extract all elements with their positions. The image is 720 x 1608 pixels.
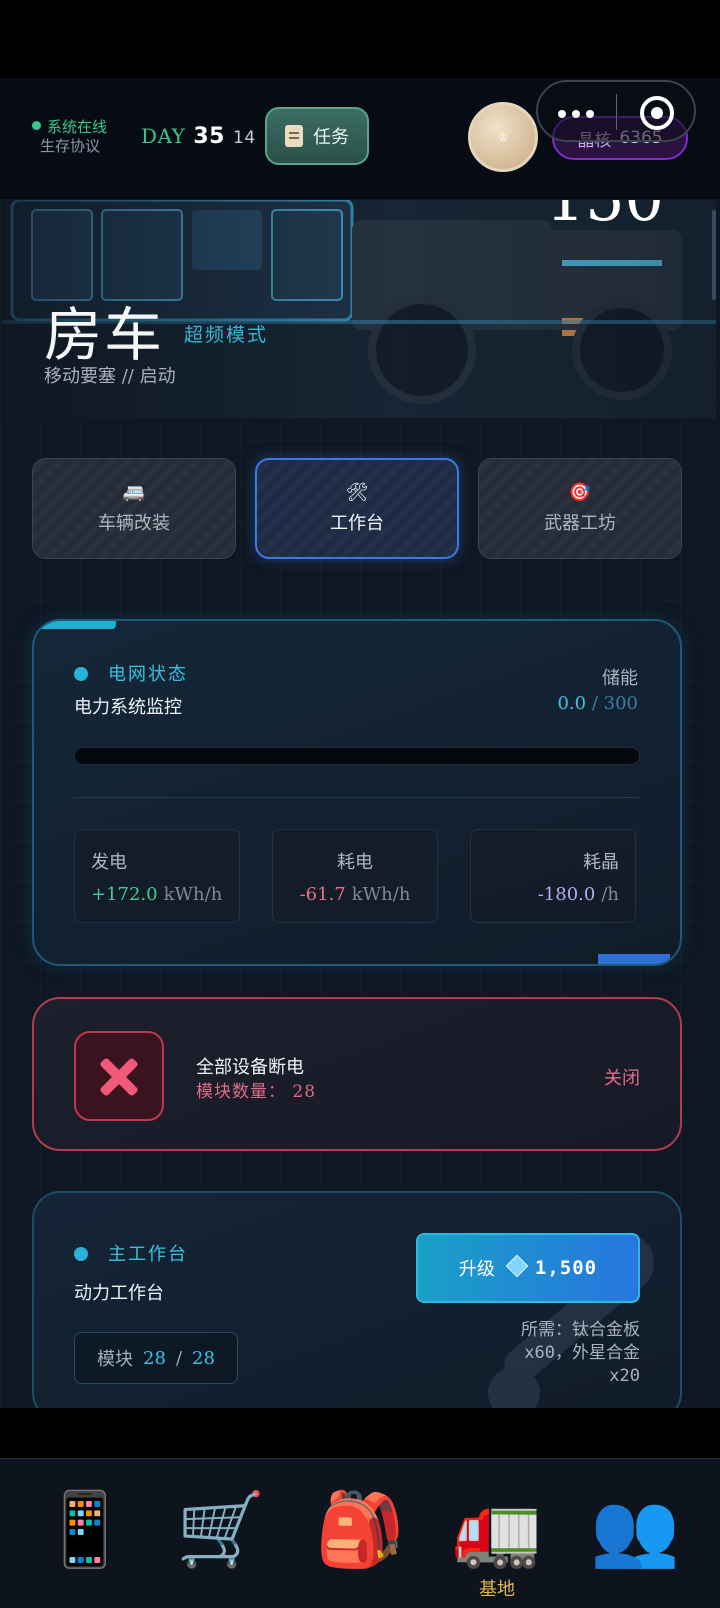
tab-label: 车辆改装: [98, 513, 170, 534]
task-label: 任务: [313, 127, 349, 148]
close-alert-button[interactable]: 关闭: [604, 1064, 640, 1090]
tab-vehicle-mod[interactable]: 🚐 车辆改装: [32, 458, 236, 559]
nav-label: 基地: [479, 1579, 515, 1600]
status-online-text: 系统在线: [47, 118, 108, 136]
upgrade-label: 升级: [458, 1259, 495, 1280]
miniprogram-capsule: [536, 80, 696, 142]
gem-icon: [505, 1254, 529, 1278]
online-status: 系统在线 生存协议: [32, 118, 107, 156]
page-title: 房车: [44, 301, 165, 369]
stat-generation: 发电 +172.0 kWh/h: [74, 829, 240, 923]
tools-icon: 🛠: [345, 482, 369, 503]
vehicle-icon: 🚐: [122, 482, 146, 503]
card-corner-accent: [598, 954, 670, 964]
nav-base[interactable]: 🚛 基地: [452, 1487, 542, 1600]
nav-shop[interactable]: 🛒: [176, 1489, 266, 1589]
grid-title: 电网状态: [74, 660, 188, 686]
bench-subtitle: 动力工作台: [74, 1283, 164, 1304]
upgrade-requirement: 所需：钛合金板 x60，外星合金 x20: [521, 1320, 640, 1386]
clipboard-icon: [285, 125, 303, 147]
scrollbar[interactable]: [712, 210, 716, 300]
bench-title: 主工作台: [74, 1240, 188, 1266]
vehicle-banner: 150 房车 超频模式 移动要塞 // 启动: [2, 200, 716, 418]
grid-subtitle: 电力系统监控: [74, 697, 182, 718]
status-protocol-text: 生存协议: [40, 137, 101, 155]
page-subtitle: 移动要塞 // 启动: [44, 366, 176, 387]
app-screen: 150 房车 超频模式 移动要塞 // 启动 系统在线 生存协议 DAY 35 14…: [0, 0, 720, 1608]
upgrade-button[interactable]: 升级 1,500: [416, 1233, 640, 1303]
module-count: 模块 28 / 28: [74, 1332, 238, 1384]
tab-label: 武器工坊: [544, 513, 616, 534]
cart-icon: 🛒: [176, 1487, 266, 1571]
avatar[interactable]: ♔: [468, 102, 538, 172]
storage-value: 0.0 / 300: [557, 693, 638, 714]
stat-label: 耗晶: [583, 852, 619, 873]
upgrade-cost: 1,500: [505, 1254, 597, 1279]
workbench-card: 主工作台 动力工作台 升级 1,500 模块 28 / 28 所需：钛合金板 x…: [32, 1191, 682, 1421]
stat-value: -61.7 kWh/h: [299, 884, 411, 905]
backpack-icon: 🎒: [315, 1487, 405, 1571]
tab-label: 工作台: [330, 513, 384, 534]
phone-icon: 📱: [40, 1487, 130, 1571]
nav-backpack[interactable]: 🎒: [315, 1489, 405, 1589]
divider: [74, 797, 640, 798]
top-header: 系统在线 生存协议 DAY3514 任务 ♔ 晶核 6365: [0, 78, 720, 200]
tab-workbench[interactable]: 🛠 工作台: [255, 458, 459, 559]
nav-friends[interactable]: 👥: [590, 1489, 680, 1589]
tab-weapon-workshop[interactable]: 🎯 武器工坊: [478, 458, 682, 559]
task-button[interactable]: 任务: [265, 107, 369, 165]
content-fade: [0, 1408, 720, 1458]
storage-progress-bar: [74, 747, 640, 765]
day-counter: DAY 35 14: [141, 124, 256, 149]
day-label: DAY: [141, 124, 186, 148]
close-target-icon[interactable]: [640, 96, 674, 130]
stat-consumption: 耗电 -61.7 kWh/h: [272, 829, 438, 923]
alert-title: 全部设备断电: [196, 1057, 304, 1078]
status-dot-icon: [74, 1247, 88, 1261]
stat-label: 发电: [91, 852, 127, 873]
alert-detail: 模块数量： 28: [196, 1082, 317, 1102]
card-corner-accent: [34, 621, 116, 629]
people-icon: 👥: [590, 1487, 680, 1571]
day-number: 35: [193, 124, 225, 149]
avatar-crown-icon: ♔: [497, 130, 509, 144]
day-sub: 14: [233, 128, 256, 148]
stat-value: -180.0/h: [537, 884, 619, 905]
power-outage-alert: 全部设备断电 模块数量： 28 关闭: [32, 997, 682, 1151]
capsule-divider: [616, 94, 617, 130]
mode-badge: 超频模式: [184, 324, 269, 346]
status-dot-icon: [74, 667, 88, 681]
error-x-icon: [74, 1031, 164, 1121]
online-dot-icon: [32, 121, 41, 130]
storage-label: 储能: [602, 668, 638, 689]
stat-crystal-drain: 耗晶 -180.0/h: [470, 829, 636, 923]
stat-value: +172.0 kWh/h: [91, 884, 223, 905]
bottom-nav: 📱 🛒 🎒 🚛 基地 👥: [0, 1458, 720, 1608]
power-grid-card: 电网状态 电力系统监控 储能 0.0 / 300 发电 +172.0 kWh/h …: [32, 619, 682, 966]
nav-phone[interactable]: 📱: [40, 1489, 130, 1589]
more-icon[interactable]: [558, 110, 594, 118]
truck-icon: 🚛: [452, 1487, 542, 1571]
status-bar-area: [0, 0, 720, 78]
vehicle-level: 150: [546, 200, 664, 235]
stat-label: 耗电: [337, 852, 373, 873]
target-icon: 🎯: [568, 482, 592, 503]
